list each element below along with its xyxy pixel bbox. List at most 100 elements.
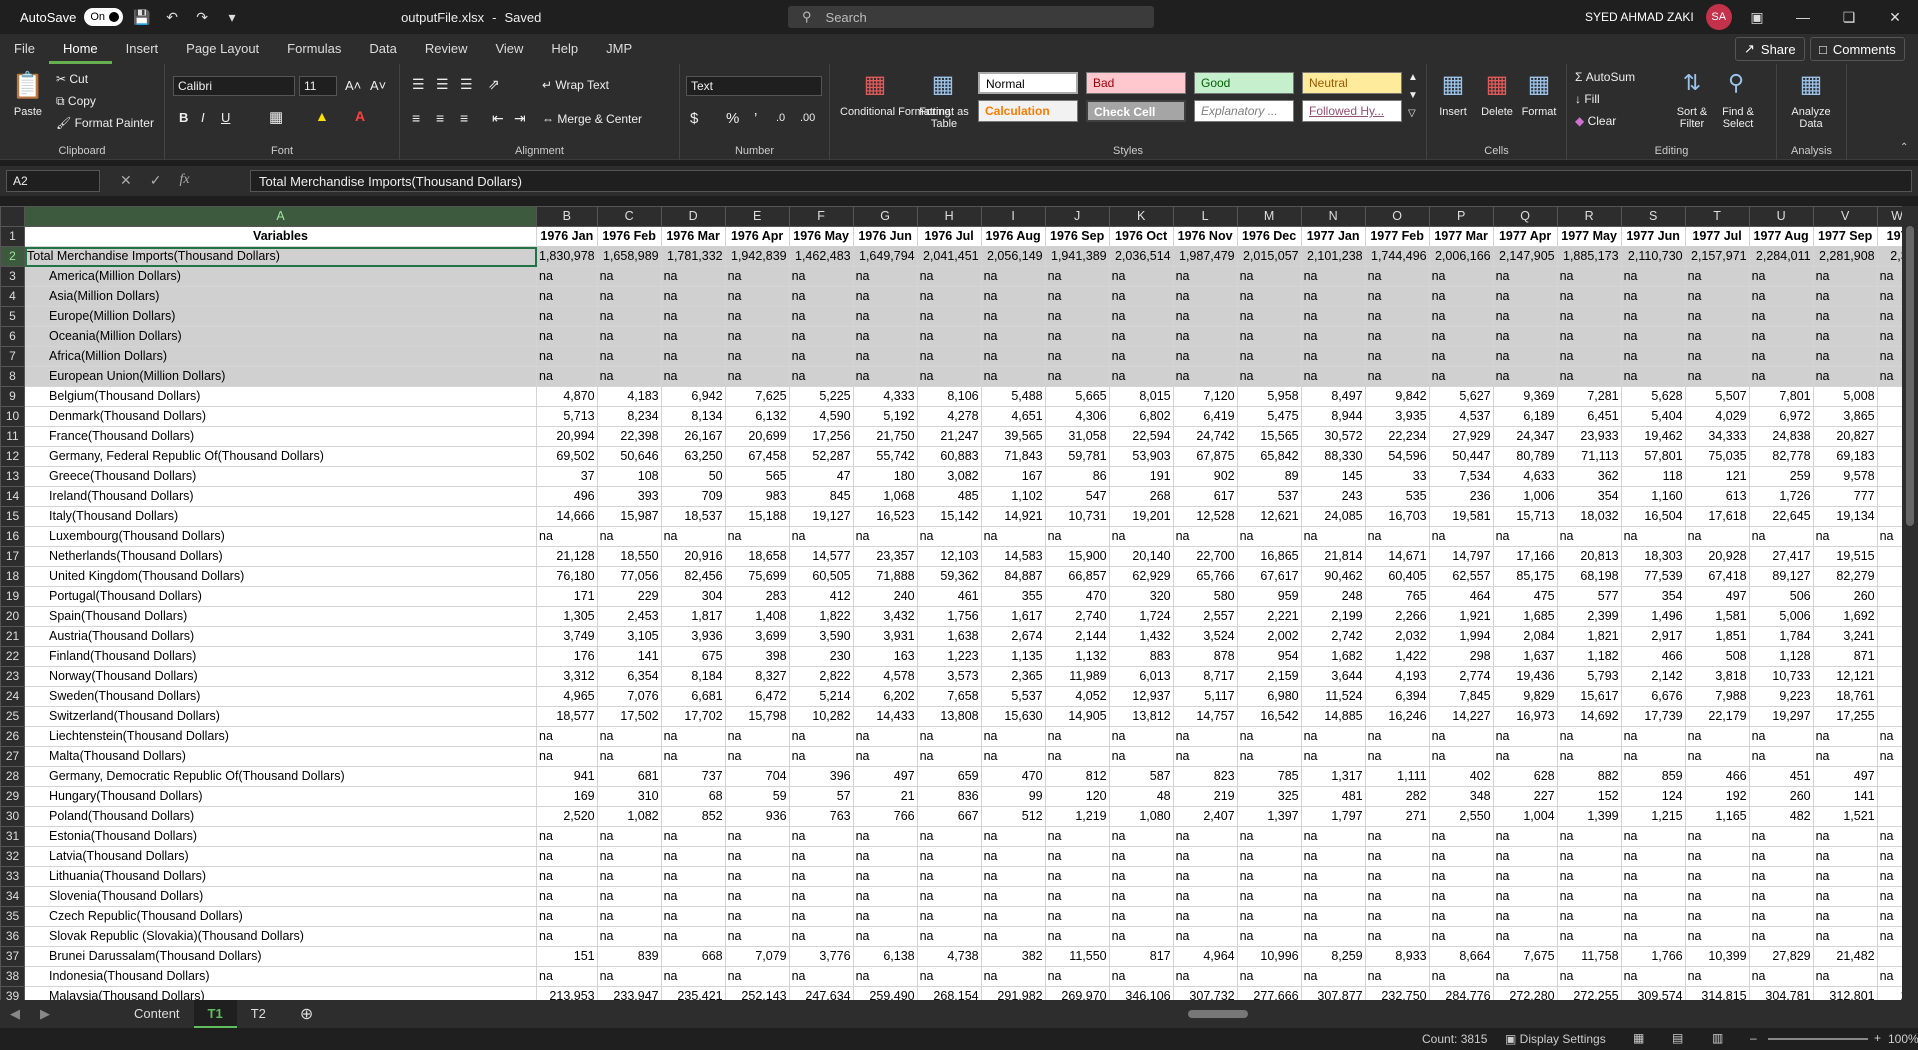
value-cell[interactable]: 16,523 [852, 506, 918, 527]
value-cell[interactable]: na [1556, 526, 1622, 547]
value-cell[interactable]: 17,502 [596, 706, 662, 727]
align-center-icon[interactable]: ≡ [436, 110, 444, 126]
value-cell[interactable]: 169 [536, 786, 598, 807]
value-cell[interactable]: 15,188 [724, 506, 790, 527]
column-header[interactable]: J [1044, 206, 1110, 227]
value-cell[interactable]: na [724, 886, 790, 907]
value-cell[interactable]: 7,801 [1748, 386, 1814, 407]
value-cell[interactable]: na [1556, 366, 1622, 387]
value-cell[interactable]: na [1492, 826, 1558, 847]
value-cell[interactable]: 5,117 [1172, 686, 1238, 707]
value-cell[interactable]: 823 [1172, 766, 1238, 787]
cell-table[interactable]: A B C D E F G H I J K L M N O P Q R S T U V W 1 Variables 1976 Ja… [0, 206, 1918, 1000]
insert-cells-button[interactable]: Insert [1431, 106, 1475, 118]
value-cell[interactable]: 243 [1300, 486, 1366, 507]
tab-data[interactable]: Data [355, 34, 410, 64]
format-painter-button[interactable]: 🖌 Format Painter [56, 116, 154, 130]
value-cell[interactable]: na [596, 326, 662, 347]
value-cell[interactable]: na [852, 846, 918, 867]
value-cell[interactable]: 1,784 [1748, 626, 1814, 647]
value-cell[interactable]: 22,398 [596, 426, 662, 447]
value-cell[interactable]: na [1172, 266, 1238, 287]
value-cell[interactable]: 191 [1108, 466, 1174, 487]
value-cell[interactable]: 284,776 [1428, 986, 1494, 1000]
value-cell[interactable]: 298 [1428, 646, 1494, 667]
value-cell[interactable]: 259 [1748, 466, 1814, 487]
save-status[interactable]: Saved [505, 10, 542, 25]
value-cell[interactable]: 20,916 [660, 546, 726, 567]
value-cell[interactable]: 124 [1620, 786, 1686, 807]
delete-cells-icon[interactable]: ▦ [1479, 70, 1515, 99]
value-cell[interactable]: na [596, 346, 662, 367]
header-cell[interactable]: 1976 Feb [596, 226, 662, 247]
value-cell[interactable]: 80,789 [1492, 446, 1558, 467]
value-cell[interactable]: na [1620, 286, 1686, 307]
value-cell[interactable]: na [1748, 286, 1814, 307]
value-cell[interactable]: 2,365 [980, 666, 1046, 687]
header-cell[interactable]: 1976 Dec [1236, 226, 1302, 247]
value-cell[interactable]: na [980, 746, 1046, 767]
row-header[interactable]: 14 [0, 486, 25, 507]
value-cell[interactable]: 22,179 [1684, 706, 1750, 727]
value-cell[interactable]: 19,201 [1108, 506, 1174, 527]
value-cell[interactable]: na [1620, 266, 1686, 287]
variable-cell[interactable]: Latvia(Thousand Dollars) [24, 846, 537, 867]
value-cell[interactable]: na [536, 266, 598, 287]
value-cell[interactable]: na [1108, 286, 1174, 307]
value-cell[interactable]: 5,008 [1812, 386, 1878, 407]
value-cell[interactable]: na [660, 726, 726, 747]
value-cell[interactable]: na [1620, 366, 1686, 387]
row-header[interactable]: 21 [0, 626, 25, 647]
variable-cell[interactable]: Austria(Thousand Dollars) [24, 626, 537, 647]
value-cell[interactable]: na [536, 846, 598, 867]
value-cell[interactable]: na [536, 306, 598, 327]
value-cell[interactable]: na [1812, 826, 1878, 847]
value-cell[interactable]: na [1044, 906, 1110, 927]
value-cell[interactable]: 839 [596, 946, 662, 967]
value-cell[interactable]: 82,778 [1748, 446, 1814, 467]
value-cell[interactable]: na [1300, 726, 1366, 747]
value-cell[interactable]: 65,766 [1172, 566, 1238, 587]
value-cell[interactable]: na [1044, 826, 1110, 847]
value-cell[interactable]: 1,521 [1812, 806, 1878, 827]
value-cell[interactable]: na [1300, 906, 1366, 927]
value-cell[interactable]: 12,528 [1172, 506, 1238, 527]
value-cell[interactable]: 3,935 [1364, 406, 1430, 427]
value-cell[interactable]: 14,921 [980, 506, 1046, 527]
row-header[interactable]: 34 [0, 886, 25, 907]
value-cell[interactable]: 497 [852, 766, 918, 787]
value-cell[interactable]: 1,132 [1044, 646, 1110, 667]
value-cell[interactable]: 1,797 [1300, 806, 1366, 827]
value-cell[interactable]: 14,692 [1556, 706, 1622, 727]
zoom-level[interactable]: 100% [1888, 1032, 1918, 1046]
value-cell[interactable]: na [852, 526, 918, 547]
align-bottom-icon[interactable]: ☰ [460, 76, 473, 93]
value-cell[interactable]: 20,813 [1556, 546, 1622, 567]
value-cell[interactable]: na [1556, 906, 1622, 927]
value-cell[interactable]: na [852, 866, 918, 887]
value-cell[interactable]: 8,134 [660, 406, 726, 427]
horizontal-scroll-thumb[interactable] [1188, 1010, 1248, 1018]
value-cell[interactable]: 6,394 [1364, 686, 1430, 707]
value-cell[interactable]: 17,256 [788, 426, 854, 447]
value-cell[interactable]: 11,550 [1044, 946, 1110, 967]
variable-cell[interactable]: Sweden(Thousand Dollars) [24, 686, 537, 707]
value-cell[interactable]: 11,524 [1300, 686, 1366, 707]
value-cell[interactable]: 50 [660, 466, 726, 487]
value-cell[interactable]: 15,798 [724, 706, 790, 727]
value-cell[interactable]: 859 [1620, 766, 1686, 787]
value-cell[interactable]: 382 [980, 946, 1046, 967]
variable-cell[interactable]: Hungary(Thousand Dollars) [24, 786, 537, 807]
save-icon[interactable]: 💾 [131, 9, 153, 26]
header-cell[interactable]: 1977 Mar [1428, 226, 1494, 247]
paste-icon[interactable]: 📋 [10, 70, 46, 101]
value-cell[interactable]: na [1812, 906, 1878, 927]
column-header[interactable]: G [852, 206, 918, 227]
delete-cells-button[interactable]: Delete [1475, 106, 1519, 118]
value-cell[interactable]: 3,699 [724, 626, 790, 647]
value-cell[interactable]: 1,724 [1108, 606, 1174, 627]
value-cell[interactable]: na [1236, 866, 1302, 887]
value-cell[interactable]: na [1428, 326, 1494, 347]
value-cell[interactable]: na [1684, 886, 1750, 907]
value-cell[interactable]: na [1428, 966, 1494, 987]
